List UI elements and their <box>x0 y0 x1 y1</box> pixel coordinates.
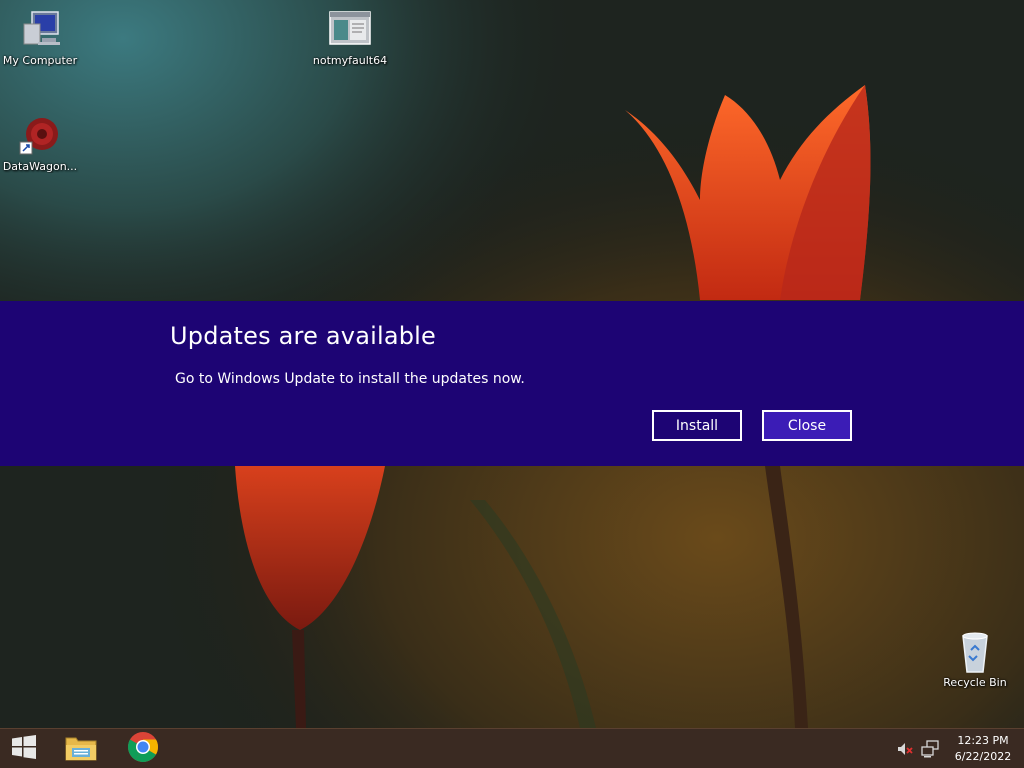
application-window-icon <box>326 8 374 52</box>
clock-time: 12:23 PM <box>957 734 1009 747</box>
taskbar-chrome-button[interactable] <box>118 729 168 768</box>
windows-logo-icon <box>11 735 37 763</box>
desktop-icon-label: notmyfault64 <box>312 54 388 67</box>
computer-icon <box>16 8 64 52</box>
speaker-muted-icon[interactable] <box>896 740 914 758</box>
taskbar-file-explorer-button[interactable] <box>56 729 106 768</box>
install-button[interactable]: Install <box>652 410 742 441</box>
notification-title: Updates are available <box>170 322 437 350</box>
notification-message: Go to Windows Update to install the upda… <box>175 371 525 387</box>
network-icon[interactable] <box>920 739 940 759</box>
taskbar: 12:23 PM 6/22/2022 <box>0 728 1024 768</box>
clock-date: 6/22/2022 <box>954 750 1012 763</box>
start-button[interactable] <box>0 729 48 768</box>
chrome-icon <box>127 731 159 767</box>
folder-icon <box>64 732 98 766</box>
desktop-icon-label: Recycle Bin <box>943 676 1007 689</box>
close-button[interactable]: Close <box>762 410 852 441</box>
desktop-icon-label: DataWagon... <box>2 160 78 173</box>
desktop-icon-datawagon[interactable]: DataWagon... <box>0 114 80 173</box>
recycle-bin-icon <box>951 630 999 674</box>
desktop-icon-notmyfault64[interactable]: notmyfault64 <box>310 8 390 67</box>
desktop: My Computer notmyfault64 DataWagon... Re… <box>0 0 1024 768</box>
desktop-icon-recycle-bin[interactable]: Recycle Bin <box>935 630 1015 689</box>
desktop-icon-my-computer[interactable]: My Computer <box>0 8 80 67</box>
system-clock[interactable]: 12:23 PM 6/22/2022 <box>948 733 1018 765</box>
datawagon-shortcut-icon <box>16 114 64 158</box>
desktop-icon-label: My Computer <box>2 54 78 67</box>
